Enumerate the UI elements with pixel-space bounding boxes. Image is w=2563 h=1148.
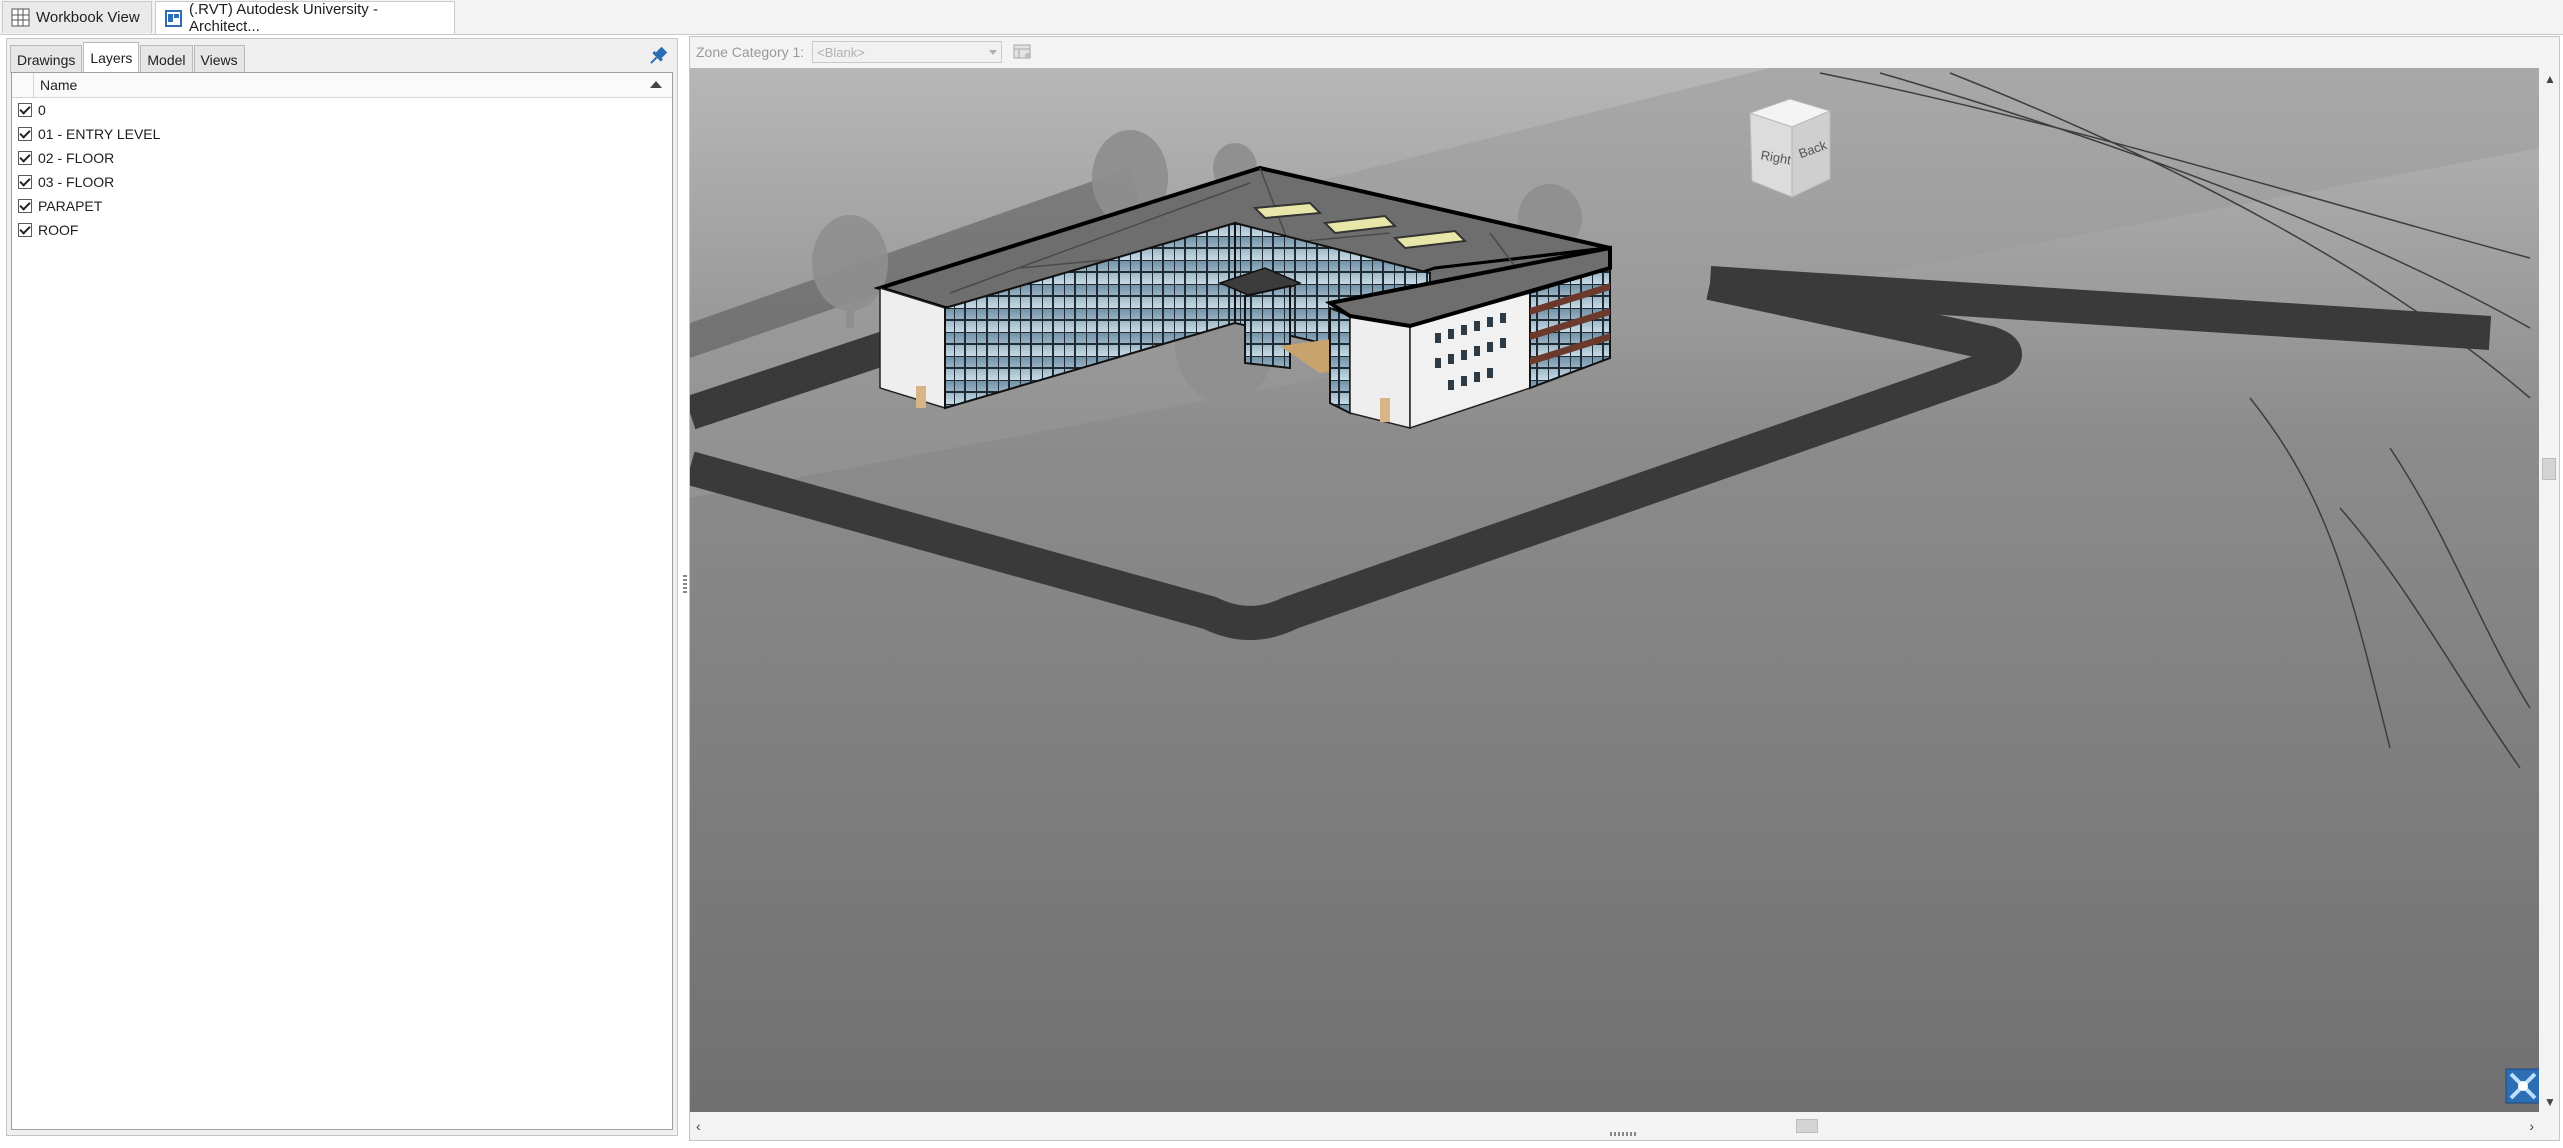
pin-icon xyxy=(650,46,668,64)
layer-checkbox[interactable] xyxy=(18,223,32,237)
tab-rvt-document[interactable]: (.RVT) Autodesk University - Architect..… xyxy=(155,1,455,35)
layer-row[interactable]: 02 - FLOOR xyxy=(12,146,672,170)
layer-row[interactable]: 03 - FLOOR xyxy=(12,170,672,194)
layer-checkbox[interactable] xyxy=(18,151,32,165)
tab-label: Workbook View xyxy=(36,9,140,26)
end-wall xyxy=(879,286,946,410)
tab-drawings[interactable]: Drawings xyxy=(10,45,83,73)
entrance-glass xyxy=(1244,284,1291,370)
layers-list: Name 0 01 - ENTRY LEVEL 02 - FLOOR 03 - … xyxy=(11,72,673,1130)
layer-name: ROOF xyxy=(38,222,79,238)
pin-button[interactable] xyxy=(645,43,671,69)
scroll-thumb[interactable] xyxy=(2542,458,2556,480)
scroll-left-icon[interactable]: ‹ xyxy=(696,1118,701,1134)
name-column-header[interactable]: Name xyxy=(12,73,672,98)
layer-name: 0 xyxy=(38,102,46,118)
scroll-right-icon[interactable]: › xyxy=(2529,1118,2534,1134)
view-cube[interactable]: Right Back xyxy=(1730,93,1850,208)
vertical-scrollbar[interactable]: ▲ ▼ xyxy=(2539,68,2559,1113)
zone-settings-button[interactable] xyxy=(1012,42,1034,62)
layer-row[interactable]: PARAPET xyxy=(12,194,672,218)
layer-row[interactable]: ROOF xyxy=(12,218,672,242)
tab-views[interactable]: Views xyxy=(193,45,245,73)
model-scene[interactable] xyxy=(690,68,2540,1113)
bottom-splitter[interactable] xyxy=(1610,1132,1638,1136)
navigation-wheel-button[interactable] xyxy=(2505,1068,2540,1104)
column-header-label: Name xyxy=(40,77,78,93)
document-tab-bar: Workbook View (.RVT) Autodesk University… xyxy=(0,0,2563,35)
viewport-frame: Zone Category 1: <Blank> Right Back ▲ ▼ … xyxy=(689,36,2560,1141)
chevron-down-icon xyxy=(989,50,998,55)
scroll-up-icon[interactable]: ▲ xyxy=(2544,73,2556,85)
layer-row[interactable]: 0 xyxy=(12,98,672,122)
scroll-thumb[interactable] xyxy=(1796,1119,1818,1133)
3d-viewport[interactable]: Right Back xyxy=(690,68,2540,1113)
zone-category-select[interactable]: <Blank> xyxy=(812,41,1003,63)
layer-checkbox[interactable] xyxy=(18,127,32,141)
layer-name: PARAPET xyxy=(38,198,103,214)
zone-toolbar: Zone Category 1: <Blank> xyxy=(690,37,2559,67)
tab-workbook-view[interactable]: Workbook View xyxy=(2,1,152,33)
rvt-file-icon xyxy=(165,9,182,27)
sort-ascending-icon xyxy=(650,81,662,88)
tab-label: (.RVT) Autodesk University - Architect..… xyxy=(189,1,378,35)
grid-icon xyxy=(11,8,30,27)
panel-tabs: Drawings Layers Model Views xyxy=(10,42,246,73)
zone-category-label: Zone Category 1: xyxy=(696,44,805,60)
layer-checkbox[interactable] xyxy=(18,175,32,189)
layer-row[interactable]: 01 - ENTRY LEVEL xyxy=(12,122,672,146)
table-settings-icon xyxy=(1013,44,1032,59)
curtain-wall xyxy=(1329,306,1351,415)
layer-checkbox[interactable] xyxy=(18,199,32,213)
tab-model[interactable]: Model xyxy=(140,45,193,73)
layer-name: 01 - ENTRY LEVEL xyxy=(38,126,161,142)
selection-tree-panel: Drawings Layers Model Views Name 0 01 - … xyxy=(6,38,678,1136)
scroll-down-icon[interactable]: ▼ xyxy=(2544,1096,2556,1108)
layer-checkbox[interactable] xyxy=(18,103,32,117)
panel-splitter[interactable] xyxy=(683,575,687,595)
layer-name: 02 - FLOOR xyxy=(38,150,115,166)
zone-category-value: <Blank> xyxy=(817,44,865,60)
tab-layers[interactable]: Layers xyxy=(83,42,140,73)
layer-name: 03 - FLOOR xyxy=(38,174,115,190)
